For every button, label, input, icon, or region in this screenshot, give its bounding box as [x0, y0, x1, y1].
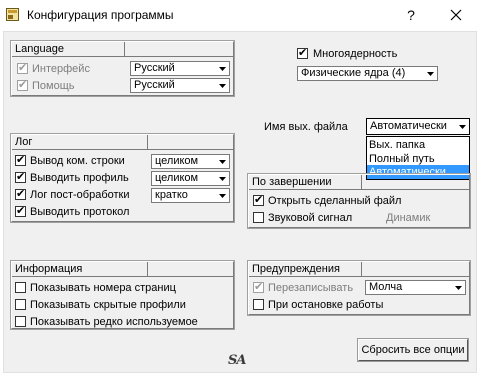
sa-logo: SA [228, 353, 247, 368]
log-postprocess-select[interactable]: кратко [151, 188, 230, 203]
chevron-down-icon [217, 190, 228, 201]
log-group: Лог Вывод ком. строки целиком Выводить п… [10, 133, 235, 223]
log-postprocess-label: Лог пост-обработки [30, 189, 130, 201]
info-header: Информация [12, 262, 148, 277]
open-file-checkbox[interactable] [253, 193, 264, 206]
log-profile-select[interactable]: целиком [151, 171, 230, 186]
log-profile-checkbox[interactable] [15, 170, 26, 183]
show-page-numbers-label: Показывать номера страниц [30, 282, 176, 294]
warnings-group: Предупреждения Перезаписывать Молча При … [247, 260, 471, 316]
log-cmdline-label: Вывод ком. строки [30, 155, 125, 167]
overwrite-value: Молча [369, 281, 403, 293]
log-profile-value: целиком [155, 172, 199, 184]
multicore-label: Многоядерность [313, 48, 398, 60]
chevron-down-icon [425, 68, 436, 79]
log-postprocess-checkbox[interactable] [15, 187, 26, 200]
log-cmdline-checkbox[interactable] [15, 153, 26, 166]
overwrite-label: Перезаписывать [268, 282, 354, 294]
overwrite-select[interactable]: Молча [365, 280, 466, 295]
log-protocol-label: Выводить протокол [30, 206, 130, 218]
help-language-select[interactable]: Русский [130, 78, 230, 93]
log-protocol-checkbox[interactable] [15, 204, 26, 217]
on-finish-header: По завершении [249, 175, 362, 190]
help-label: Помощь [32, 80, 75, 92]
close-button[interactable] [447, 6, 465, 24]
interface-checkbox[interactable] [17, 61, 28, 74]
help-checkbox[interactable] [17, 78, 28, 91]
multicore-select[interactable]: Физические ядра (4) [297, 66, 438, 81]
info-group: Информация Показывать номера страниц Пок… [10, 260, 235, 330]
chevron-down-icon [217, 173, 228, 184]
output-name-select[interactable]: Автоматически [366, 118, 470, 135]
chevron-down-icon [217, 156, 228, 167]
title-bar: Конфигурация программы ? [0, 0, 481, 30]
on-stop-label: При остановке работы [268, 299, 384, 311]
chevron-down-icon [217, 63, 228, 74]
chevron-down-icon [457, 121, 468, 132]
multicore-checkbox[interactable] [297, 46, 308, 59]
sound-label: Звуковой сигнал [268, 212, 353, 224]
interface-language-value: Русский [134, 62, 175, 74]
chevron-down-icon [217, 80, 228, 91]
show-rarely-used-checkbox[interactable] [15, 316, 26, 327]
help-language-value: Русский [134, 79, 175, 91]
log-postprocess-value: кратко [155, 189, 188, 201]
dropdown-option-full-path[interactable]: Полный путь [367, 152, 469, 166]
window-title: Конфигурация программы [27, 8, 174, 22]
warnings-header: Предупреждения [249, 262, 362, 277]
sound-device-label: Динамик [386, 212, 431, 224]
reset-all-options-button[interactable]: Сбросить все опции [357, 338, 469, 362]
output-name-value: Автоматически [370, 120, 447, 132]
show-hidden-profiles-checkbox[interactable] [15, 299, 26, 310]
interface-label: Интерфейс [32, 63, 90, 75]
sound-checkbox[interactable] [253, 212, 264, 223]
chevron-down-icon [453, 282, 464, 293]
log-cmdline-select[interactable]: целиком [151, 154, 230, 169]
open-file-label: Открыть сделанный файл [268, 195, 402, 207]
close-icon [450, 9, 462, 21]
language-header: Language [12, 42, 125, 57]
app-icon [6, 8, 19, 21]
language-group: Language Интерфейс Русский Помощь Русски… [10, 40, 235, 97]
multicore-value: Физические ядра (4) [301, 67, 406, 79]
show-page-numbers-checkbox[interactable] [15, 282, 26, 293]
interface-language-select[interactable]: Русский [130, 61, 230, 76]
on-finish-group: По завершении Открыть сделанный файл Зву… [247, 173, 471, 229]
log-header: Лог [12, 135, 148, 150]
overwrite-checkbox[interactable] [253, 280, 264, 293]
show-rarely-used-label: Показывать редко используемое [30, 316, 198, 328]
log-cmdline-value: целиком [155, 155, 199, 167]
on-stop-checkbox[interactable] [253, 299, 264, 310]
help-button[interactable]: ? [402, 6, 420, 24]
output-name-label: Имя вых. файла [264, 121, 348, 133]
show-hidden-profiles-label: Показывать скрытые профили [30, 299, 186, 311]
dropdown-option-output-folder[interactable]: Вых. папка [367, 138, 469, 152]
log-profile-label: Выводить профиль [30, 172, 129, 184]
